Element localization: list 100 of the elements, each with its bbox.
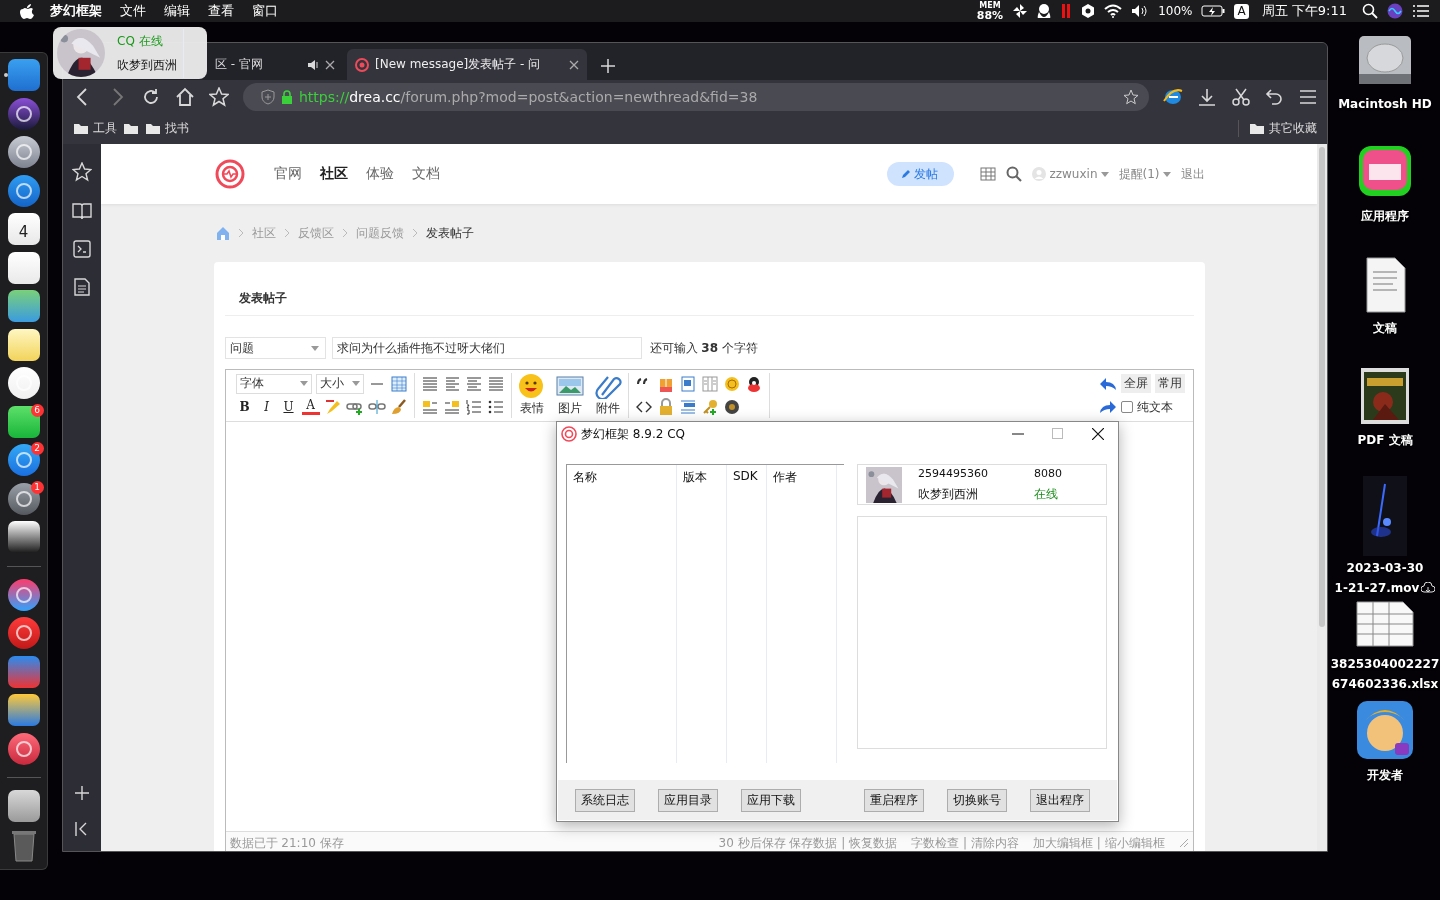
bookmark-folder[interactable]: 其它收藏 (1238, 120, 1317, 137)
siri-icon[interactable] (1387, 3, 1403, 19)
type-select[interactable]: 问题 (224, 337, 326, 359)
app-icon[interactable] (6, 404, 41, 439)
menu-item[interactable]: 文件 (111, 2, 155, 20)
app-icon[interactable] (6, 250, 41, 285)
ring-logo-icon[interactable] (213, 158, 246, 190)
app-icon[interactable] (6, 212, 41, 247)
browser-logo-icon[interactable] (1163, 86, 1183, 107)
align-icon[interactable] (486, 374, 505, 393)
menu-item[interactable]: 查看 (199, 2, 243, 20)
breadcrumb-link[interactable]: 发表帖子 (425, 224, 474, 242)
apple-icon[interactable] (20, 3, 34, 19)
highlighter-icon[interactable] (323, 398, 342, 417)
coin-icon[interactable] (722, 374, 741, 393)
bookmark-folder[interactable]: 找书 (145, 120, 189, 137)
float-right-icon[interactable] (442, 398, 461, 417)
column-header[interactable]: SDK (733, 469, 758, 483)
battery-icon[interactable] (1201, 5, 1226, 17)
brush-icon[interactable] (389, 398, 408, 417)
nav-link[interactable]: 文档 (411, 165, 440, 183)
logout-link[interactable]: 退出 (1180, 165, 1205, 183)
menu-item[interactable]: 编辑 (155, 2, 199, 20)
file-label[interactable]: 3825304002227 (1330, 656, 1440, 672)
file-label[interactable]: 2023-03-30 (1346, 560, 1424, 576)
file-label[interactable]: 1-21-27.mov (1334, 580, 1436, 596)
file-label[interactable]: 674602336.xlsx (1331, 676, 1439, 692)
speaker-icon[interactable] (307, 58, 319, 71)
nav-link[interactable]: 官网 (273, 165, 302, 183)
reminders-menu[interactable]: 提醒(1) (1118, 165, 1171, 183)
app-icon[interactable] (6, 173, 41, 208)
file-label[interactable]: 开发者 (1367, 767, 1403, 783)
disc-icon[interactable] (722, 398, 741, 417)
editor-tool-button[interactable]: 附件 (593, 373, 622, 417)
book-icon[interactable] (72, 202, 92, 220)
file-label[interactable]: 应用程序 (1361, 208, 1409, 224)
browser-tab[interactable]: [New message]发表帖子 - 问 (347, 49, 587, 80)
subject-field[interactable]: 求问为什么插件拖不过呀大佬们 (331, 337, 642, 359)
reload-icon[interactable] (141, 86, 161, 107)
app-icon[interactable] (6, 693, 41, 728)
window-button[interactable]: 切换账号 (947, 788, 1007, 812)
pause-icon[interactable] (1060, 3, 1073, 19)
table-icon[interactable] (389, 374, 408, 393)
window-button[interactable]: 退出程序 (1030, 788, 1090, 812)
app-icon[interactable] (6, 366, 41, 401)
file-label[interactable]: PDF 文稿 (1357, 432, 1413, 448)
search-icon[interactable] (1362, 3, 1378, 19)
size-select[interactable]: 大小 (315, 373, 364, 394)
column-header[interactable]: 作者 (773, 470, 797, 484)
wifi-icon[interactable] (1104, 4, 1123, 18)
address-bar[interactable]: https://drea.cc/forum.php?mod=post&action=newthread&fid=38 (243, 82, 1149, 111)
input-source[interactable]: A (1234, 3, 1249, 19)
app-icon[interactable] (6, 96, 41, 131)
app-icon[interactable] (6, 289, 41, 324)
format-button[interactable]: B (235, 400, 254, 415)
nav-link[interactable]: 社区 (319, 165, 348, 183)
user-menu[interactable]: zzwuxin (1032, 167, 1109, 181)
window-button[interactable]: 重启程序 (864, 788, 924, 812)
plugin-list[interactable]: 名称 版本 SDK 作者 (566, 464, 844, 763)
format-button[interactable]: I (257, 400, 276, 415)
list-icon[interactable] (1412, 4, 1430, 18)
app-icon[interactable] (6, 443, 41, 478)
download-icon[interactable] (1197, 86, 1217, 107)
unlink-icon[interactable] (367, 398, 386, 417)
file-label[interactable]: 文稿 (1373, 320, 1397, 336)
home-icon[interactable] (175, 86, 195, 107)
star-icon[interactable] (72, 162, 92, 182)
star-icon[interactable] (209, 86, 229, 107)
screenshot-icon[interactable] (73, 240, 91, 258)
undo-icon[interactable] (1265, 86, 1285, 107)
notification-toast[interactable]: CQ 在线 吹梦到西洲 (53, 27, 207, 79)
app-icon[interactable] (6, 520, 41, 555)
editor-tool-button[interactable]: 图片 (555, 373, 584, 417)
font-select[interactable]: 字体 (235, 373, 312, 394)
menu-icon[interactable] (1299, 88, 1317, 105)
new-tab-icon[interactable] (601, 59, 615, 73)
column-header[interactable]: 名称 (573, 470, 597, 484)
file-label[interactable]: Macintosh HD (1338, 96, 1432, 112)
pinwheel-icon[interactable] (1012, 3, 1029, 19)
close-icon[interactable] (325, 59, 335, 70)
add-icon[interactable] (74, 785, 90, 801)
scissors-icon[interactable] (1231, 86, 1251, 107)
app-icon[interactable] (6, 135, 41, 170)
menu-item[interactable]: 窗口 (243, 2, 287, 20)
app-icon[interactable] (6, 577, 41, 612)
format-button[interactable]: A (301, 399, 320, 416)
align-icon[interactable] (420, 374, 439, 393)
scrollbar[interactable] (1319, 147, 1325, 627)
checkbox[interactable] (1120, 401, 1133, 414)
reply-arrow-icon[interactable] (1098, 376, 1117, 391)
note-icon[interactable] (74, 278, 90, 296)
plain-text-checkbox[interactable]: 纯文本 (1120, 398, 1173, 416)
window-button[interactable]: 应用下载 (741, 788, 801, 812)
table-icon[interactable] (980, 167, 997, 181)
app-menu[interactable]: 梦幻框架 (34, 2, 111, 20)
forward-arrow-icon[interactable] (1098, 400, 1117, 415)
nav-link[interactable]: 体验 (365, 165, 394, 183)
app-icon[interactable] (6, 58, 41, 93)
editor-tool-button[interactable]: 表情 (517, 373, 546, 417)
hexagon-icon[interactable] (1081, 3, 1096, 19)
